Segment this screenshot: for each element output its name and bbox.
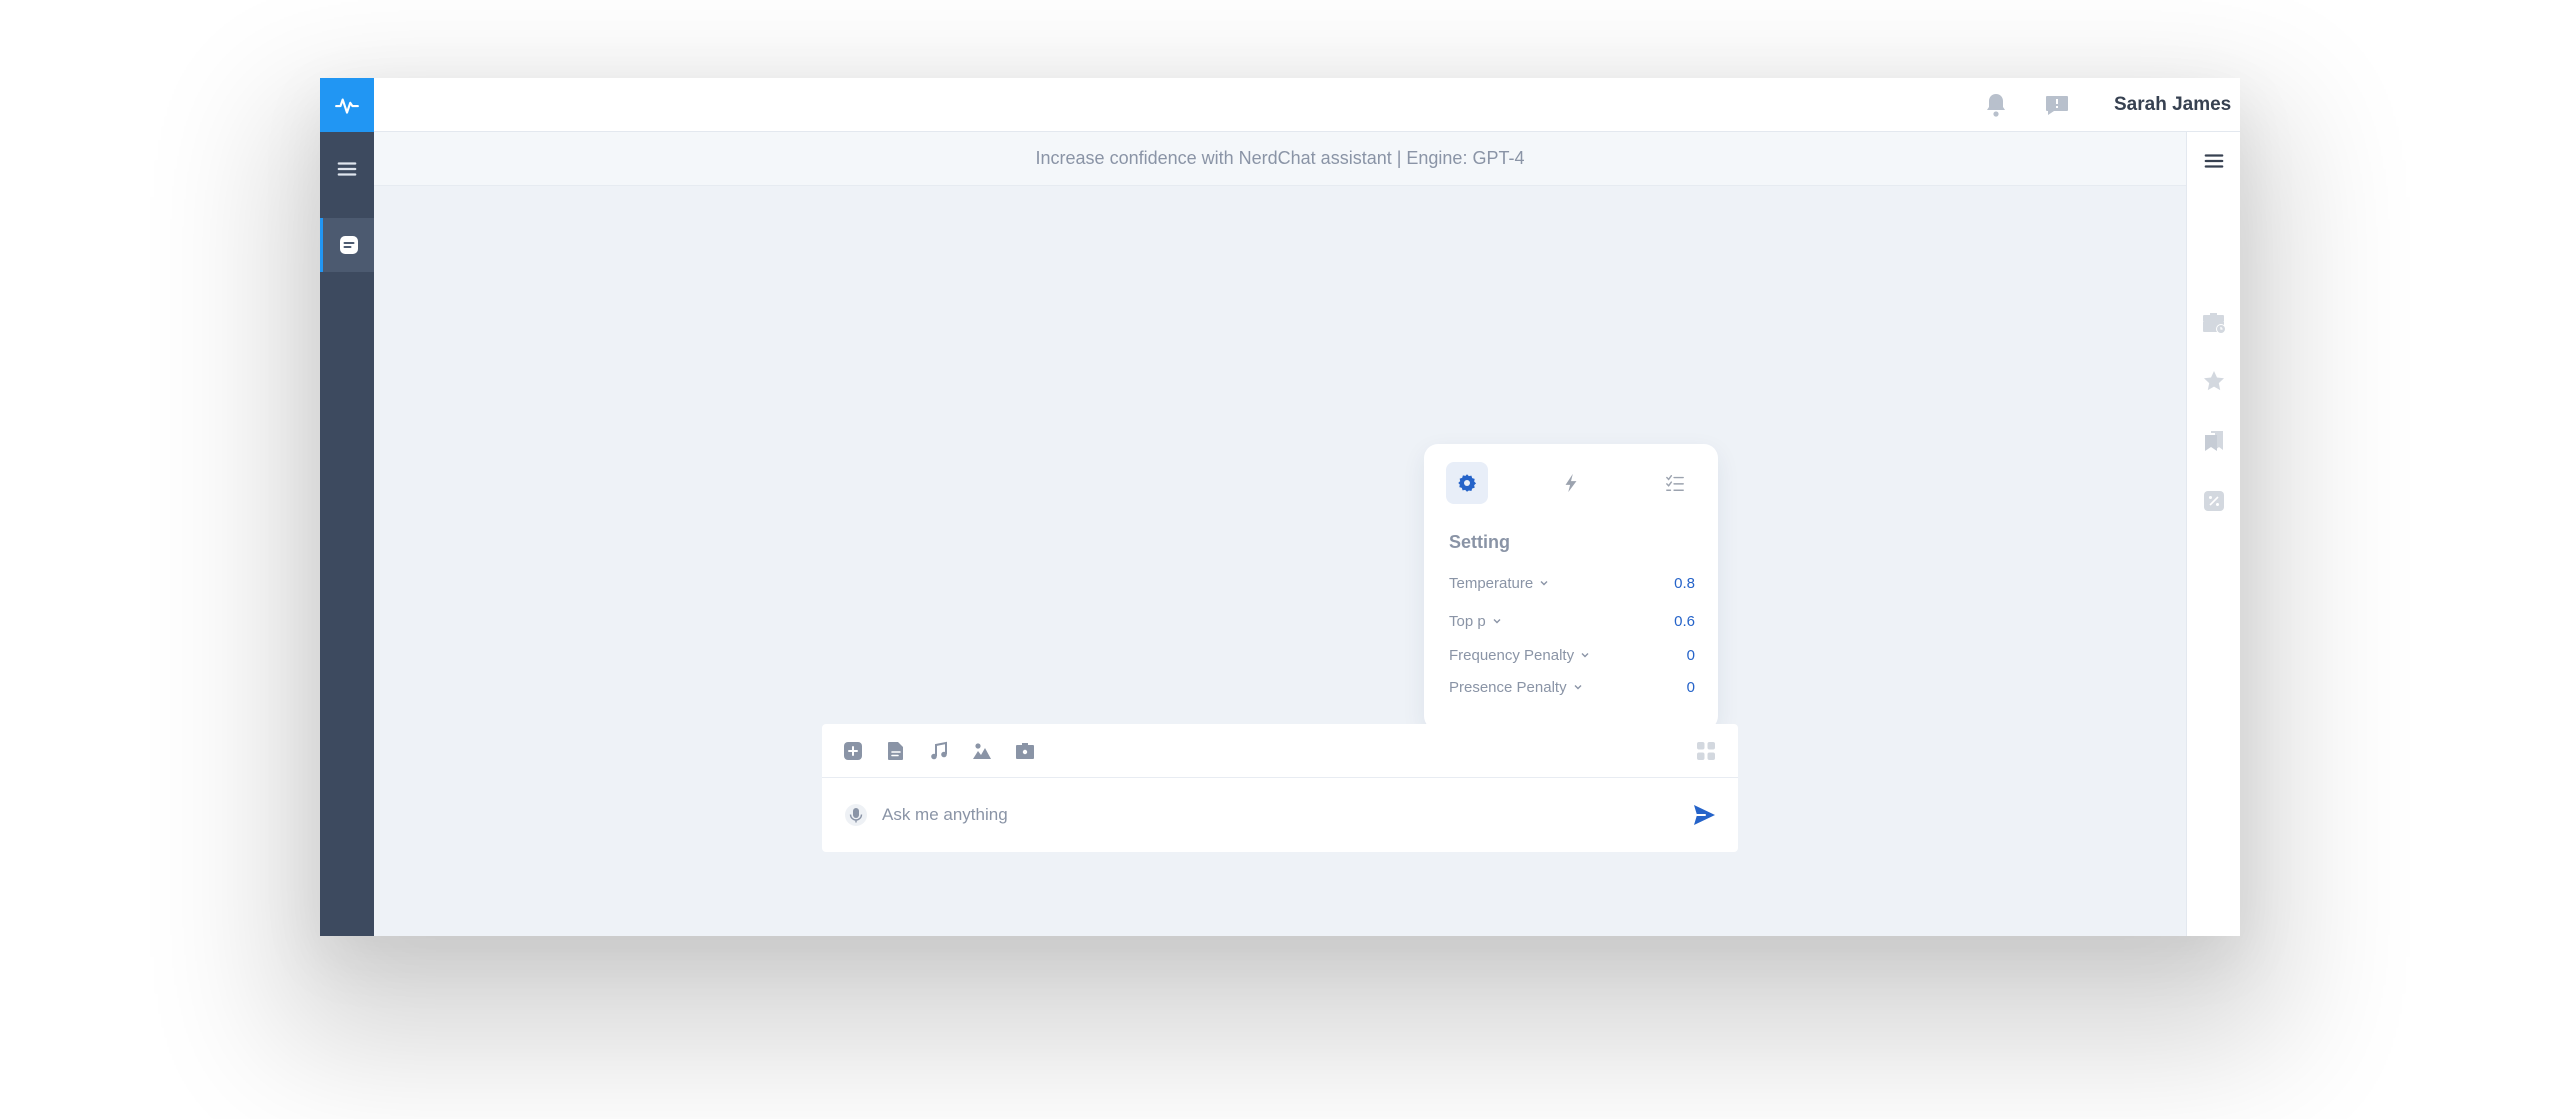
right-sidebar bbox=[2186, 132, 2240, 936]
sidebar-item-chat[interactable] bbox=[320, 218, 374, 272]
param-value: 0 bbox=[1686, 678, 1695, 696]
param-top-p[interactable]: Top p 0.6 bbox=[1449, 610, 1695, 632]
param-value: 0.8 bbox=[1674, 574, 1695, 592]
voice-input-button[interactable] bbox=[844, 803, 868, 832]
chevron-down-icon bbox=[1574, 685, 1582, 690]
tab-quick-actions[interactable] bbox=[1550, 462, 1592, 504]
settings-panel: Setting Temperature 0.8 Top p 0.6 Freque… bbox=[1424, 444, 1718, 730]
star-icon bbox=[2204, 371, 2224, 391]
microphone-icon bbox=[845, 804, 867, 826]
hamburger-icon bbox=[337, 162, 357, 176]
settings-title: Setting bbox=[1449, 532, 1510, 552]
send-button[interactable] bbox=[1692, 803, 1716, 832]
param-presence-penalty[interactable]: Presence Penalty 0 bbox=[1449, 676, 1695, 698]
document-icon bbox=[888, 742, 903, 760]
music-icon bbox=[931, 741, 947, 760]
tab-settings[interactable] bbox=[1446, 462, 1488, 504]
app-window: Sarah James Increase confidence with Ner… bbox=[320, 78, 2240, 936]
composer-input-row bbox=[822, 779, 1738, 852]
page-title: Increase confidence with NerdChat assist… bbox=[374, 132, 2186, 186]
add-icon bbox=[844, 742, 862, 760]
param-label: Top p bbox=[1449, 612, 1486, 630]
briefcase-icon bbox=[1016, 743, 1034, 759]
notification-button[interactable] bbox=[1984, 92, 2008, 123]
document-button[interactable] bbox=[885, 740, 907, 762]
bell-icon bbox=[1987, 94, 2005, 117]
logo-button[interactable] bbox=[320, 78, 374, 132]
composer-toolbar bbox=[822, 724, 1738, 778]
send-icon bbox=[1694, 805, 1715, 825]
briefcase-clock-icon bbox=[2203, 313, 2226, 334]
checklist-icon bbox=[1666, 475, 1684, 491]
pulse-icon bbox=[335, 98, 359, 114]
favorites-button[interactable] bbox=[2201, 368, 2227, 394]
history-button[interactable] bbox=[2201, 310, 2227, 336]
param-value: 0.6 bbox=[1674, 612, 1695, 630]
hamburger-icon bbox=[2204, 154, 2224, 168]
param-label: Presence Penalty bbox=[1449, 678, 1567, 696]
param-label: Frequency Penalty bbox=[1449, 646, 1575, 664]
left-menu-button[interactable] bbox=[320, 142, 374, 196]
chat-icon bbox=[339, 236, 358, 254]
left-sidebar bbox=[320, 78, 374, 936]
add-button[interactable] bbox=[842, 740, 864, 762]
percent-icon bbox=[2204, 491, 2224, 511]
user-name[interactable]: Sarah James bbox=[2114, 94, 2231, 116]
apps-button[interactable] bbox=[1695, 740, 1717, 762]
chevron-down-icon bbox=[1493, 619, 1501, 624]
lightning-icon bbox=[1565, 473, 1577, 493]
top-bar: Sarah James bbox=[374, 78, 2240, 132]
chevron-down-icon bbox=[1581, 653, 1589, 658]
messages-button[interactable] bbox=[2044, 92, 2070, 123]
tab-checklist[interactable] bbox=[1654, 462, 1696, 504]
gear-icon bbox=[1458, 474, 1477, 492]
param-label: Temperature bbox=[1449, 574, 1534, 592]
grid-icon bbox=[1697, 742, 1715, 760]
chat-composer bbox=[822, 724, 1738, 852]
message-icon bbox=[2046, 96, 2068, 115]
bookmarks-icon bbox=[2205, 431, 2223, 451]
chevron-down-icon bbox=[1540, 581, 1548, 586]
image-button[interactable] bbox=[971, 740, 993, 762]
audio-button[interactable] bbox=[928, 740, 950, 762]
chat-input[interactable] bbox=[880, 801, 1660, 829]
right-menu-button[interactable] bbox=[2201, 148, 2227, 174]
param-frequency-penalty[interactable]: Frequency Penalty 0 bbox=[1449, 644, 1695, 666]
image-icon bbox=[973, 743, 991, 759]
bookmarks-button[interactable] bbox=[2201, 428, 2227, 454]
briefcase-button[interactable] bbox=[1014, 740, 1036, 762]
param-value: 0 bbox=[1686, 646, 1695, 664]
discount-button[interactable] bbox=[2201, 488, 2227, 514]
param-temperature[interactable]: Temperature 0.8 bbox=[1449, 572, 1695, 594]
